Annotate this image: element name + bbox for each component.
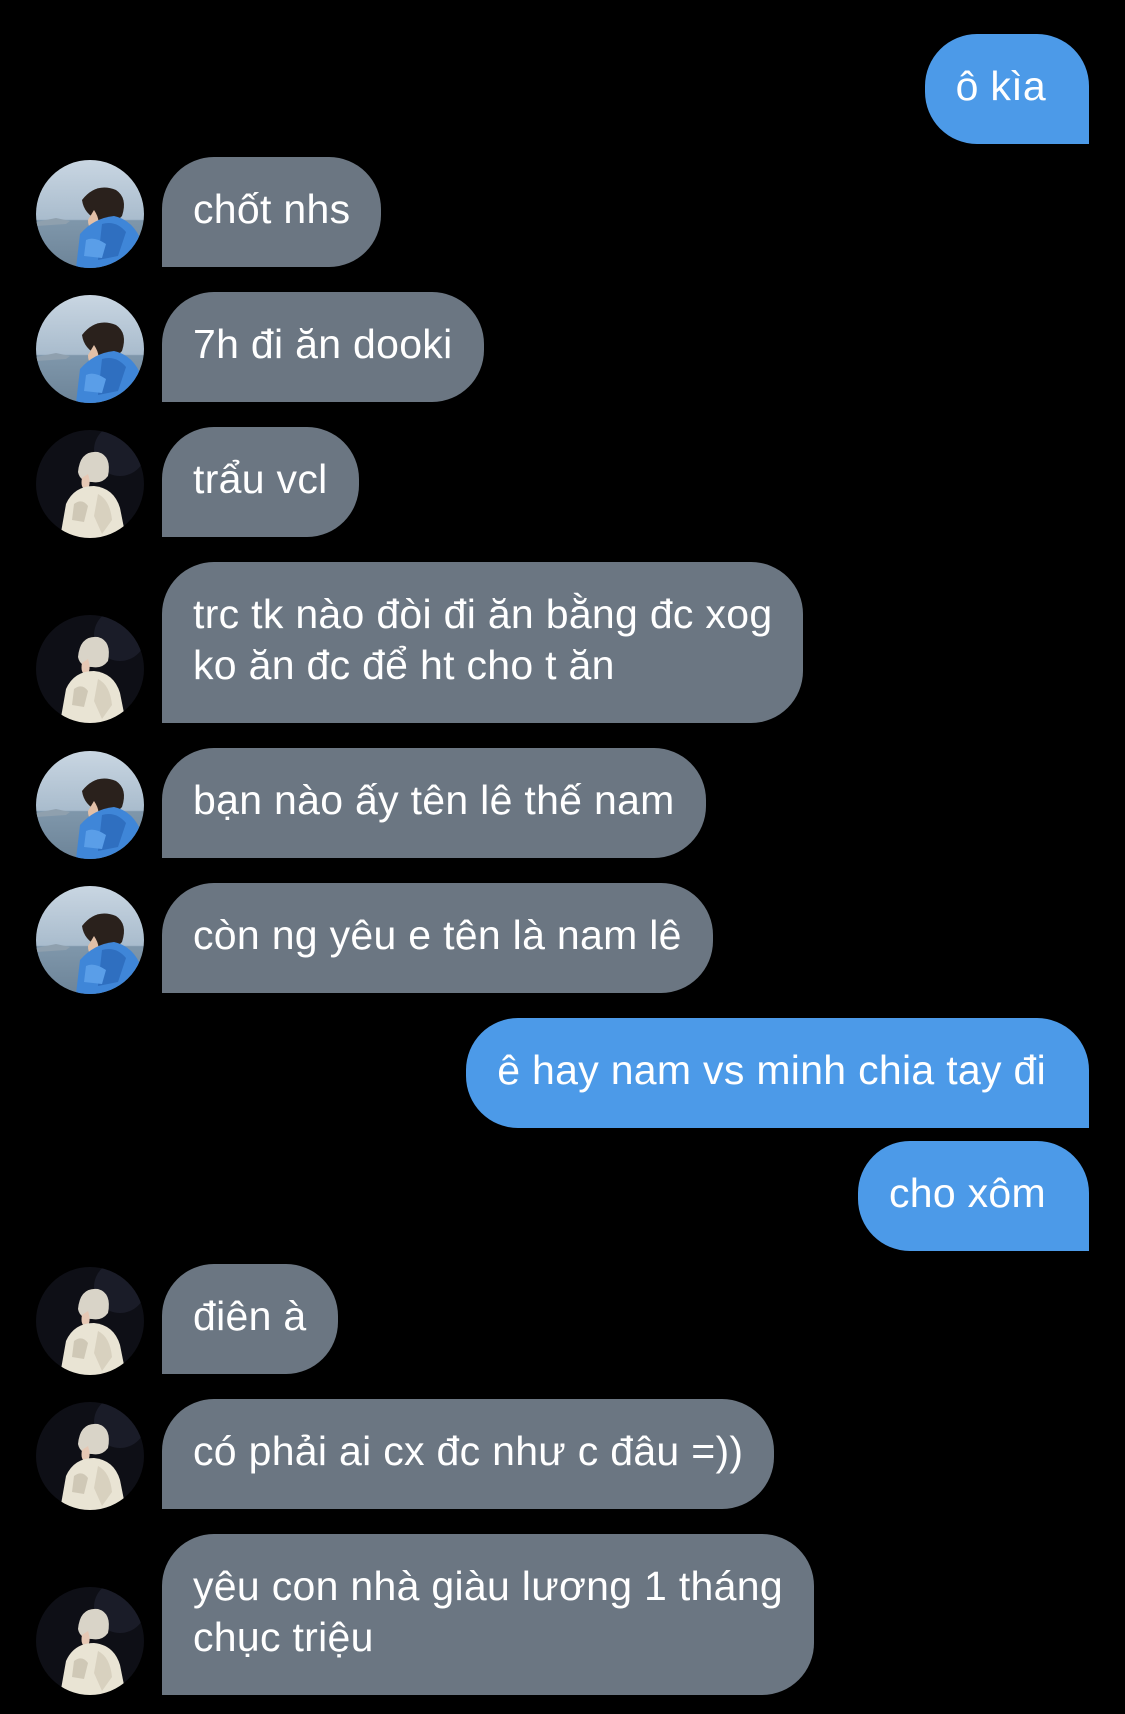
message-row-incoming: trẩu vcl (0, 427, 1125, 538)
avatar-white-hair-cloak-icon[interactable] (36, 1402, 144, 1510)
incoming-message-bubble[interactable]: điên à (162, 1264, 338, 1374)
message-row-incoming: bạn nào ấy tên lê thế nam (0, 748, 1125, 859)
avatar-boy-blue-jacket-icon[interactable] (36, 295, 144, 403)
avatar-boy-blue-jacket-icon[interactable] (36, 751, 144, 859)
message-row-incoming: chốt nhs (0, 157, 1125, 268)
avatar-boy-blue-jacket-icon[interactable] (36, 886, 144, 994)
incoming-message-bubble[interactable]: bạn nào ấy tên lê thế nam (162, 748, 706, 858)
outgoing-message-bubble[interactable]: ê hay nam vs minh chia tay đi (466, 1018, 1089, 1128)
message-row-incoming: 7h đi ăn dooki (0, 292, 1125, 403)
chat-thread[interactable]: ô kìa chốt nhs 7h đi ăn dooki trẩu vcl t… (0, 0, 1125, 1714)
incoming-message-bubble[interactable]: yêu con nhà giàu lương 1 tháng chục triệ… (162, 1534, 814, 1695)
message-row-outgoing: ô kìa (0, 34, 1125, 144)
outgoing-message-bubble[interactable]: cho xôm (857, 1141, 1089, 1251)
incoming-message-bubble[interactable]: có phải ai cx đc như c đâu =)) (162, 1399, 775, 1509)
avatar-white-hair-cloak-icon[interactable] (36, 615, 144, 723)
incoming-message-bubble[interactable]: trc tk nào đòi đi ăn bằng đc xog ko ăn đ… (162, 562, 804, 723)
message-row-incoming: có phải ai cx đc như c đâu =)) (0, 1399, 1125, 1510)
message-row-incoming: trc tk nào đòi đi ăn bằng đc xog ko ăn đ… (0, 562, 1125, 723)
outgoing-message-bubble[interactable]: ô kìa (924, 34, 1089, 144)
avatar-white-hair-cloak-icon[interactable] (36, 1587, 144, 1695)
message-row-incoming: còn ng yêu e tên là nam lê (0, 883, 1125, 994)
incoming-message-bubble[interactable]: trẩu vcl (162, 427, 359, 537)
message-row-incoming: yêu con nhà giàu lương 1 tháng chục triệ… (0, 1534, 1125, 1695)
avatar-white-hair-cloak-icon[interactable] (36, 430, 144, 538)
message-row-incoming: điên à (0, 1264, 1125, 1375)
incoming-message-bubble[interactable]: 7h đi ăn dooki (162, 292, 484, 402)
avatar-white-hair-cloak-icon[interactable] (36, 1267, 144, 1375)
message-row-outgoing: cho xôm (0, 1141, 1125, 1251)
message-row-outgoing: ê hay nam vs minh chia tay đi (0, 1018, 1125, 1128)
incoming-message-bubble[interactable]: chốt nhs (162, 157, 382, 267)
incoming-message-bubble[interactable]: còn ng yêu e tên là nam lê (162, 883, 713, 993)
avatar-boy-blue-jacket-icon[interactable] (36, 160, 144, 268)
